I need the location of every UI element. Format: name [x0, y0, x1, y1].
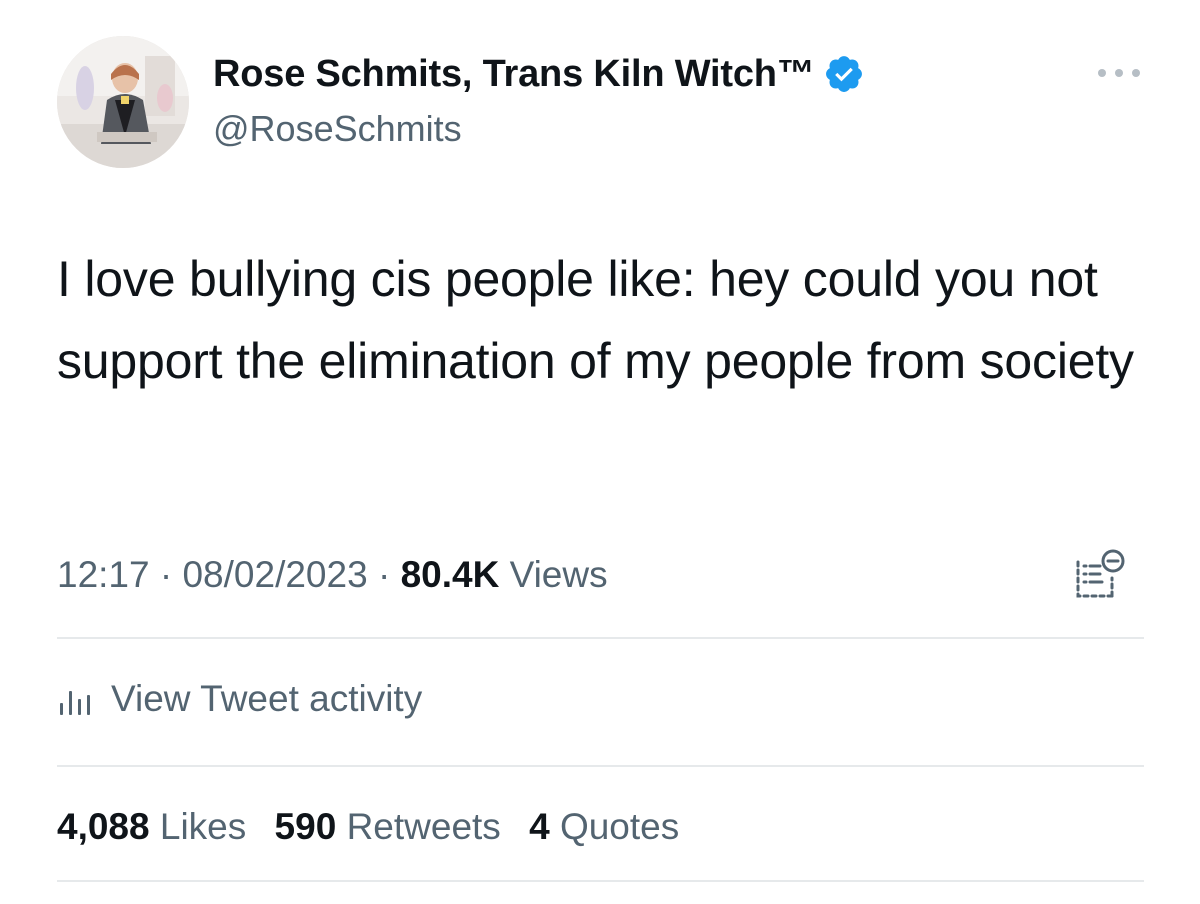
tweet-date[interactable]: 08/02/2023: [182, 554, 367, 595]
more-options-icon[interactable]: [1096, 60, 1142, 86]
display-name[interactable]: Rose Schmits, Trans Kiln Witch™: [213, 53, 815, 96]
tweet-time[interactable]: 12:17: [57, 554, 150, 595]
views-label: Views: [509, 554, 608, 595]
view-tweet-activity-link[interactable]: View Tweet activity: [57, 672, 422, 726]
divider: [57, 765, 1144, 767]
divider: [57, 880, 1144, 882]
avatar[interactable]: [57, 36, 189, 168]
views-count: 80.4K: [400, 554, 500, 595]
tweet-text: I love bullying cis people like: hey cou…: [57, 251, 1134, 389]
activity-label[interactable]: View Tweet activity: [111, 678, 422, 720]
engagement-stats: 4,088 Likes 590 Retweets 4 Quotes: [57, 800, 697, 854]
quotes-label: Quotes: [559, 806, 680, 847]
likes-count: 4,088: [57, 806, 150, 847]
divider: [57, 637, 1144, 639]
tweet-meta: 12:17 · 08/02/2023 · 80.4K Views: [57, 550, 608, 600]
profile-photo: [57, 36, 189, 168]
meta-separator: ·: [377, 554, 391, 595]
verified-badge-icon: [825, 56, 862, 92]
retweets-stat[interactable]: 590 Retweets: [275, 806, 512, 847]
author-handle[interactable]: @RoseSchmits: [213, 108, 462, 150]
retweets-label: Retweets: [346, 806, 501, 847]
retweets-count: 590: [274, 806, 337, 847]
translate-icon[interactable]: [1072, 546, 1128, 602]
author-name-row[interactable]: Rose Schmits, Trans Kiln Witch™: [213, 50, 865, 98]
meta-separator: ·: [159, 554, 173, 595]
likes-label: Likes: [159, 806, 247, 847]
quotes-count: 4: [529, 806, 550, 847]
likes-stat[interactable]: 4,088 Likes: [57, 806, 257, 847]
bar-chart-icon: [60, 691, 90, 715]
quotes-stat[interactable]: 4 Quotes: [529, 806, 679, 847]
